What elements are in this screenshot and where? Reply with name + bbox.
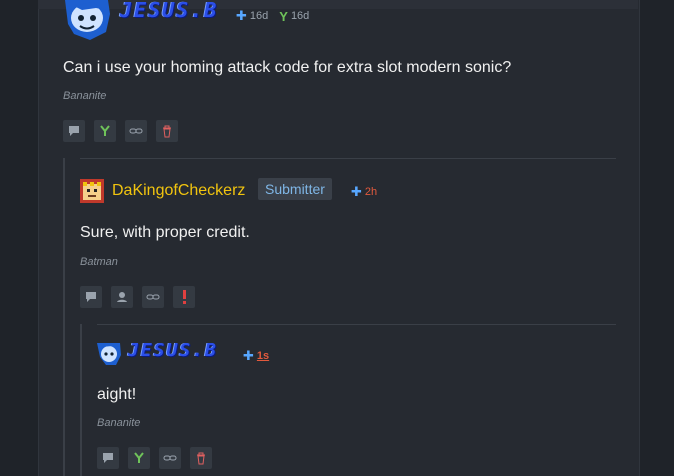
comment-text: Can i use your homing attack code for ex… [63, 59, 512, 76]
speech-bubble-icon [103, 453, 113, 463]
delete-button[interactable] [156, 120, 178, 142]
user-button[interactable] [111, 286, 133, 308]
link-icon [146, 294, 160, 300]
thread-line [80, 324, 82, 476]
comment-meta: ✚ 16d Y 16d [236, 8, 309, 24]
username[interactable]: DaKingofCheckerz [112, 182, 245, 200]
flag-button[interactable] [173, 286, 195, 308]
link-icon [163, 455, 177, 461]
signature: Batman [80, 256, 118, 268]
comment-time[interactable]: 1s [257, 350, 269, 362]
link-icon [129, 128, 143, 134]
comment-meta: ✚ 2h [351, 184, 377, 200]
link-button[interactable] [125, 120, 147, 142]
user-icon [117, 292, 127, 302]
comment-meta: ✚ 1s [243, 348, 269, 364]
comment-actions [63, 120, 178, 142]
updated-time: 16d [290, 10, 310, 22]
thread-line [63, 158, 65, 476]
comment-actions [97, 447, 212, 469]
divider [97, 324, 616, 325]
submitter-badge: Submitter [258, 178, 332, 200]
flag-icon [183, 290, 186, 304]
y-button[interactable] [94, 120, 116, 142]
reply-button[interactable] [97, 447, 119, 469]
username-logo[interactable]: JESUS.B [120, 0, 218, 20]
reply-button[interactable] [80, 286, 102, 308]
comment-actions [80, 286, 195, 308]
plus-icon: ✚ [243, 348, 254, 363]
speech-bubble-icon [86, 292, 96, 302]
y-icon [134, 452, 144, 463]
divider [80, 158, 616, 159]
y-icon [100, 125, 110, 136]
plus-icon: ✚ [236, 8, 247, 23]
username-logo[interactable]: JESUS.B [128, 342, 218, 360]
link-button[interactable] [142, 286, 164, 308]
avatar[interactable] [96, 341, 122, 367]
comment-text: Sure, with proper credit. [80, 224, 250, 241]
speech-bubble-icon [69, 126, 79, 136]
avatar[interactable] [62, 0, 112, 40]
plus-icon: ✚ [351, 184, 362, 199]
y-icon: Y [279, 8, 288, 24]
avatar[interactable] [80, 179, 104, 203]
y-button[interactable] [128, 447, 150, 469]
reply-button[interactable] [63, 120, 85, 142]
comment-text: aight! [97, 386, 137, 403]
signature: Bananite [63, 90, 107, 102]
submitted-time: 16d [249, 10, 269, 22]
signature: Bananite [97, 417, 141, 429]
trash-icon [197, 452, 205, 464]
trash-icon [163, 125, 171, 137]
link-button[interactable] [159, 447, 181, 469]
comment-time: 2h [364, 186, 378, 198]
delete-button[interactable] [190, 447, 212, 469]
